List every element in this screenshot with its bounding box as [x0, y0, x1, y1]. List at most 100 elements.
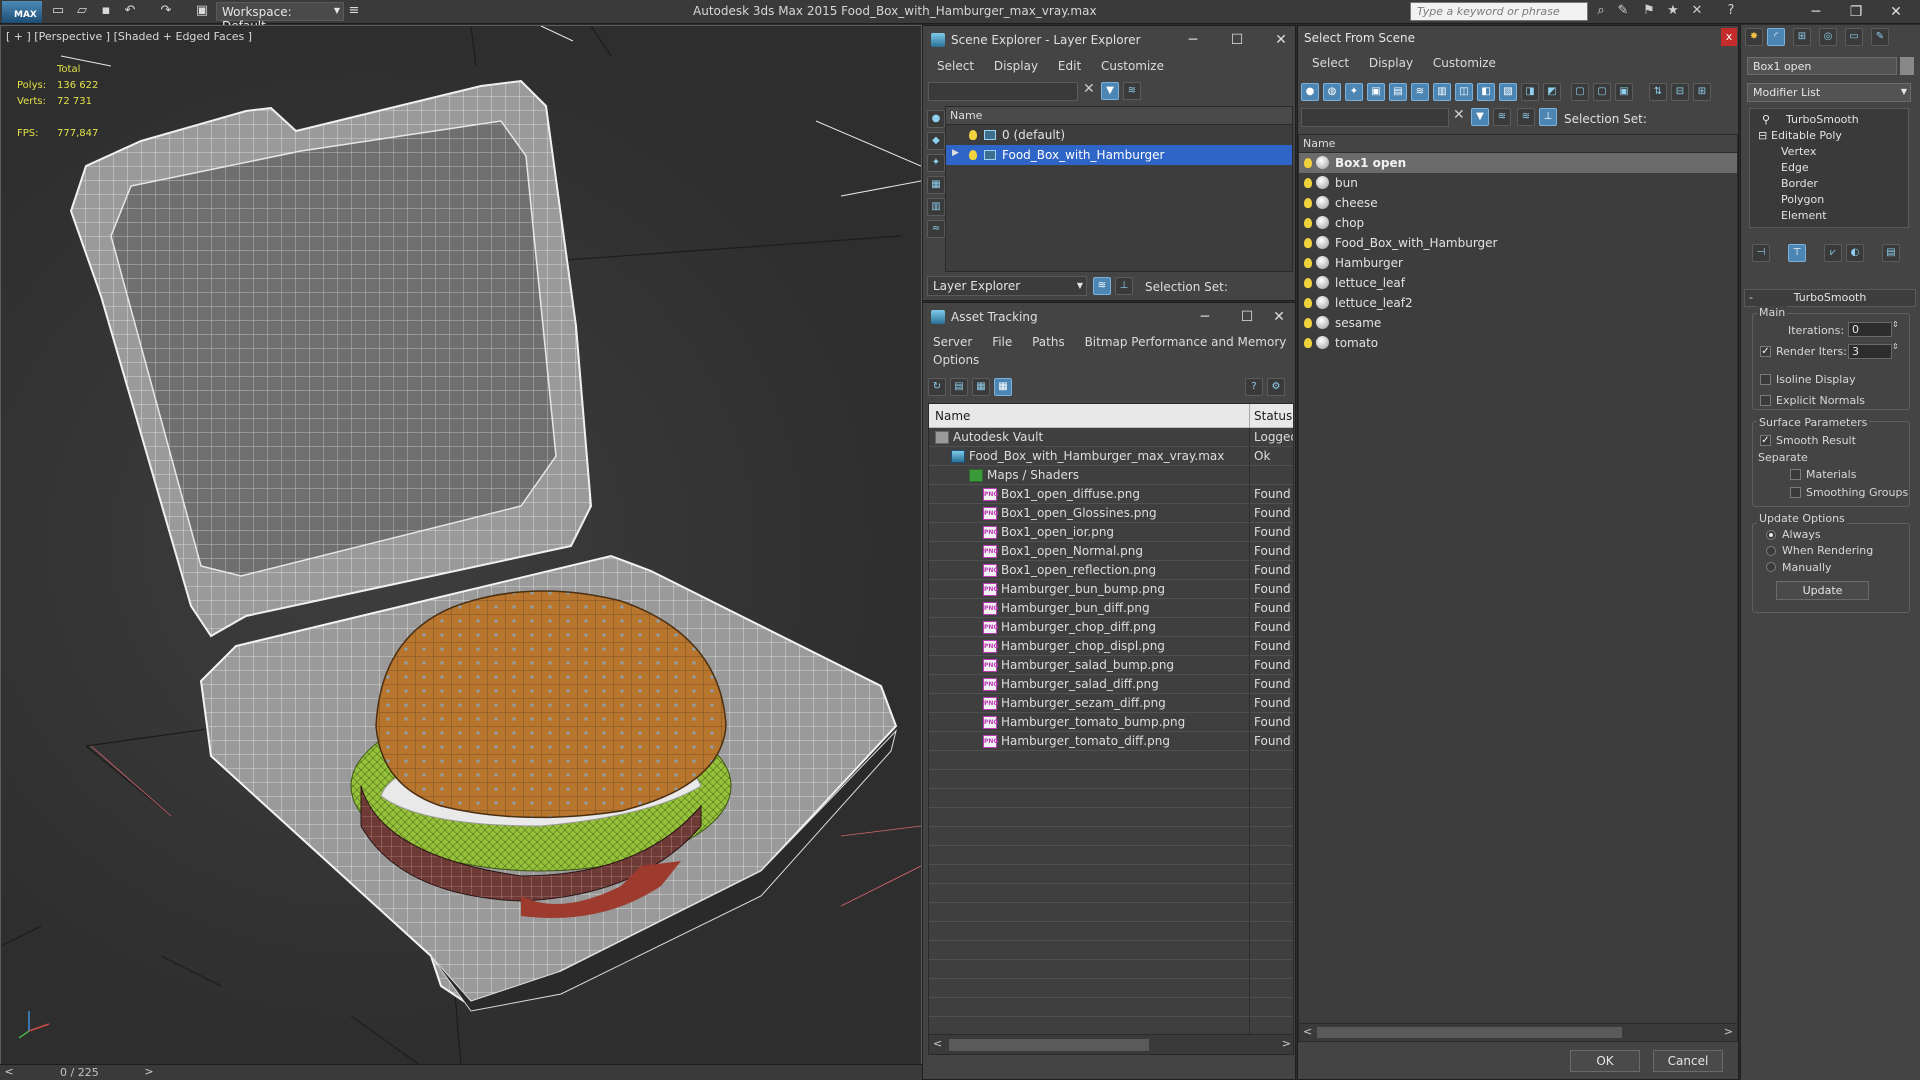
table-view-icon[interactable]: ▦ [994, 378, 1012, 396]
modifier-list-dropdown[interactable]: Modifier List ▼ [1747, 83, 1911, 102]
pin-stack-icon[interactable]: ⊣ [1752, 244, 1770, 262]
list-view-icon[interactable]: ▤ [950, 378, 968, 396]
render-iters-checkbox[interactable]: ✓ [1760, 346, 1771, 357]
sort-icon[interactable]: ⇅ [1649, 83, 1667, 101]
spinner-arrows-icon[interactable]: ⇕ [1892, 320, 1899, 329]
select-invert-icon[interactable]: ▣ [1615, 83, 1633, 101]
menu-customize[interactable]: Customize [1093, 56, 1172, 76]
menu-display[interactable]: Display [986, 56, 1046, 76]
table-row[interactable]: Food_Box_with_Hamburger_max_vray.max Ok [929, 447, 1293, 466]
subscription-icon[interactable]: ⚑ [1640, 3, 1658, 20]
filter-containers-icon[interactable]: ▧ [1499, 83, 1517, 101]
select-from-scene-title[interactable]: Select From Scene [1304, 31, 1415, 45]
table-row[interactable]: PNG Hamburger_tomato_bump.png Found [929, 713, 1293, 732]
hierarchy-tab-icon[interactable]: ⊞ [1793, 28, 1811, 46]
filter-shapes-icon[interactable]: ◍ [1323, 83, 1341, 101]
menu-customize[interactable]: Customize [1425, 53, 1504, 73]
display-shapes-icon[interactable]: ◆ [927, 132, 945, 150]
scroll-right-icon[interactable]: > [1282, 1037, 1291, 1050]
cancel-button[interactable]: Cancel [1653, 1050, 1723, 1072]
modify-tab-icon[interactable]: ◜ [1767, 28, 1785, 46]
restore-icon[interactable]: ❐ [1836, 1, 1876, 23]
table-row[interactable]: PNG Hamburger_salad_bump.png Found [929, 656, 1293, 675]
motion-tab-icon[interactable]: ◎ [1819, 28, 1837, 46]
select-none-icon[interactable]: ▢ [1593, 83, 1611, 101]
open-file-icon[interactable]: ▱ [74, 4, 90, 18]
select-all-icon[interactable]: ▢ [1571, 83, 1589, 101]
table-row[interactable]: PNG Box1_open_reflection.png Found [929, 561, 1293, 580]
column-header-status[interactable]: Status [1254, 409, 1292, 423]
display-cameras-icon[interactable]: ▦ [927, 176, 945, 194]
table-row[interactable]: PNG Hamburger_bun_diff.png Found [929, 599, 1293, 618]
column-divider[interactable] [1249, 404, 1250, 428]
tools-icon[interactable]: ✎ [1614, 3, 1632, 20]
object-color-swatch[interactable] [1900, 57, 1914, 75]
stack-item-edge[interactable]: Edge [1781, 161, 1809, 174]
perspective-viewport[interactable]: [ + ] [Perspective ] [Shaded + Edged Fac… [0, 25, 922, 1065]
ok-button[interactable]: OK [1570, 1050, 1640, 1072]
save-file-icon[interactable]: ▪ [98, 4, 114, 18]
stack-item-editable-poly[interactable]: Editable Poly [1771, 129, 1842, 142]
filter-geometry-icon[interactable]: ● [1301, 83, 1319, 101]
menu-display[interactable]: Display [1361, 53, 1421, 73]
close-icon[interactable]: ✕ [1259, 306, 1299, 328]
display-lights-icon[interactable]: ✦ [927, 154, 945, 172]
hierarchy-mode-icon[interactable]: ⊥ [1539, 108, 1557, 126]
project-folder-icon[interactable]: ▣ [194, 4, 210, 18]
make-unique-icon[interactable]: ⩗ [1824, 244, 1842, 262]
help-icon[interactable]: ? [1722, 3, 1740, 20]
filter-groups-icon[interactable]: ▥ [1433, 83, 1451, 101]
manually-radio[interactable] [1766, 562, 1776, 572]
spinner-arrows-icon[interactable]: ⇕ [1892, 342, 1899, 351]
list-item[interactable]: tomato [1299, 333, 1737, 353]
new-file-icon[interactable]: ▭ [50, 4, 66, 18]
stack-item-turbosmooth[interactable]: TurboSmooth [1786, 113, 1859, 126]
menu-file[interactable]: File [984, 332, 1020, 352]
display-tab-icon[interactable]: ▭ [1845, 28, 1863, 46]
close-icon[interactable]: ✕ [1876, 1, 1916, 23]
object-name-input[interactable]: Box1 open [1747, 57, 1897, 75]
list-item[interactable]: Hamburger [1299, 253, 1737, 273]
menu-paths[interactable]: Paths [1024, 332, 1073, 352]
list-item[interactable]: lettuce_leaf2 [1299, 293, 1737, 313]
object-filter-input[interactable] [1301, 108, 1449, 127]
menu-edit[interactable]: Edit [1050, 56, 1089, 76]
hierarchy-icon[interactable]: ⊟ [1671, 83, 1689, 101]
visibility-bulb-icon[interactable] [1304, 318, 1312, 328]
visibility-bulb-icon[interactable] [1304, 178, 1312, 188]
layer-row-food-box[interactable]: ▶ Food_Box_with_Hamburger [946, 145, 1292, 165]
isoline-display-checkbox[interactable] [1760, 374, 1771, 385]
scrollbar-thumb[interactable] [1317, 1027, 1622, 1038]
undo-icon[interactable]: ↶ [122, 4, 138, 18]
menu-select[interactable]: Select [1304, 53, 1357, 73]
minimize-icon[interactable]: ─ [1173, 29, 1213, 51]
collapse-all-icon[interactable]: ⊞ [1693, 83, 1711, 101]
hierarchy-mode-icon[interactable]: ⊥ [1115, 277, 1133, 295]
close-icon[interactable]: x [1721, 28, 1737, 46]
stack-item-element[interactable]: Element [1781, 209, 1827, 222]
table-row[interactable]: PNG Hamburger_chop_displ.png Found [929, 637, 1293, 656]
table-row[interactable]: PNG Box1_open_Normal.png Found [929, 542, 1293, 561]
configure-modifier-sets-icon[interactable]: ▤ [1882, 244, 1900, 262]
table-row[interactable]: PNG Hamburger_sezam_diff.png Found [929, 694, 1293, 713]
menu-expand-icon[interactable]: ≡ [346, 4, 362, 18]
remove-modifier-icon[interactable]: ◐ [1846, 244, 1864, 262]
visibility-bulb-icon[interactable] [1304, 218, 1312, 228]
filter-hidden-icon[interactable]: ◩ [1543, 83, 1561, 101]
search-input[interactable]: Type a keyword or phrase [1410, 2, 1588, 21]
asset-horizontal-scrollbar[interactable]: < > [929, 1034, 1293, 1054]
scroll-right-icon[interactable]: > [1724, 1025, 1733, 1038]
stack-expand-icon[interactable]: ⊟ [1758, 129, 1767, 142]
show-end-result-icon[interactable]: ⊤ [1788, 244, 1806, 262]
settings-icon[interactable]: ⚙ [1267, 378, 1285, 396]
utilities-tab-icon[interactable]: ✎ [1871, 28, 1889, 46]
visibility-bulb-icon[interactable] [1304, 238, 1312, 248]
create-tab-icon[interactable]: ✸ [1745, 28, 1763, 46]
always-radio[interactable] [1766, 530, 1776, 540]
layers-toggle-icon[interactable]: ≋ [1517, 108, 1535, 126]
column-header-name[interactable]: Name [935, 409, 970, 423]
scroll-left-icon[interactable]: < [933, 1037, 942, 1050]
table-row[interactable]: Autodesk Vault Logged [929, 428, 1293, 447]
list-item[interactable]: lettuce_leaf [1299, 273, 1737, 293]
layers-toggle-icon[interactable]: ≋ [1123, 82, 1141, 100]
